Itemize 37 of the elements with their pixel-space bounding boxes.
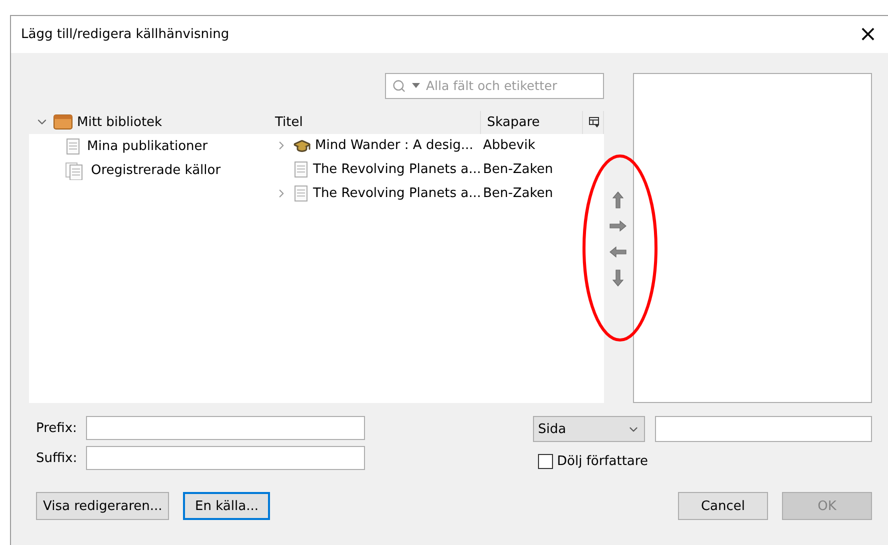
tree-item[interactable]: Mina publikationer	[29, 134, 269, 159]
input-field[interactable]	[655, 416, 872, 442]
dialog-button[interactable]: Visa redigeraren...	[36, 492, 170, 520]
caret-down-icon[interactable]	[412, 83, 420, 88]
arrow-left-icon[interactable]	[609, 246, 628, 258]
locator-dropdown[interactable]: Sida	[533, 416, 645, 442]
field-label: Prefix:	[36, 420, 78, 436]
table-cell: Mind Wander : A desig...	[315, 138, 474, 154]
document-icon	[293, 160, 309, 179]
window-title: Lägg till/redigera källhänvisning	[21, 27, 230, 42]
dialog-button[interactable]: En källa...	[183, 492, 270, 520]
column-picker-icon[interactable]	[589, 116, 600, 128]
tree-item[interactable]: Mitt bibliotek	[29, 110, 269, 134]
search-icon	[392, 78, 406, 93]
arrow-down-icon[interactable]	[612, 269, 624, 287]
table-cell: The Revolving Planets a...	[313, 186, 481, 202]
table-row[interactable]: Mind Wander : A desig... Abbevik	[269, 134, 604, 158]
input-field[interactable]	[86, 446, 365, 470]
input-field[interactable]	[86, 416, 365, 440]
document-icon	[65, 138, 81, 156]
table-row[interactable]: The Revolving Planets a...Ben-Zaken	[269, 158, 604, 182]
arrow-right-icon[interactable]	[609, 220, 628, 232]
tree-item[interactable]: Oregistrerade källor	[29, 158, 269, 183]
checkbox-label: Dölj författare	[557, 454, 648, 469]
table-row[interactable]: The Revolving Planets a...Ben-Zaken	[269, 182, 604, 206]
table-cell: Ben-Zaken	[483, 162, 554, 178]
table-cell: Abbevik	[483, 138, 536, 154]
table-cell: The Revolving Planets a...	[313, 162, 481, 178]
close-button[interactable]: ×	[848, 16, 888, 52]
table-cell: Ben-Zaken	[483, 186, 554, 202]
documents-icon	[65, 162, 85, 180]
arrow-up-icon[interactable]	[612, 191, 624, 209]
document-icon	[293, 184, 309, 203]
dialog-button[interactable]: Cancel	[678, 492, 768, 520]
box-icon	[53, 114, 73, 130]
checkbox[interactable]	[538, 454, 553, 469]
field-label: Suffix:	[36, 450, 78, 466]
